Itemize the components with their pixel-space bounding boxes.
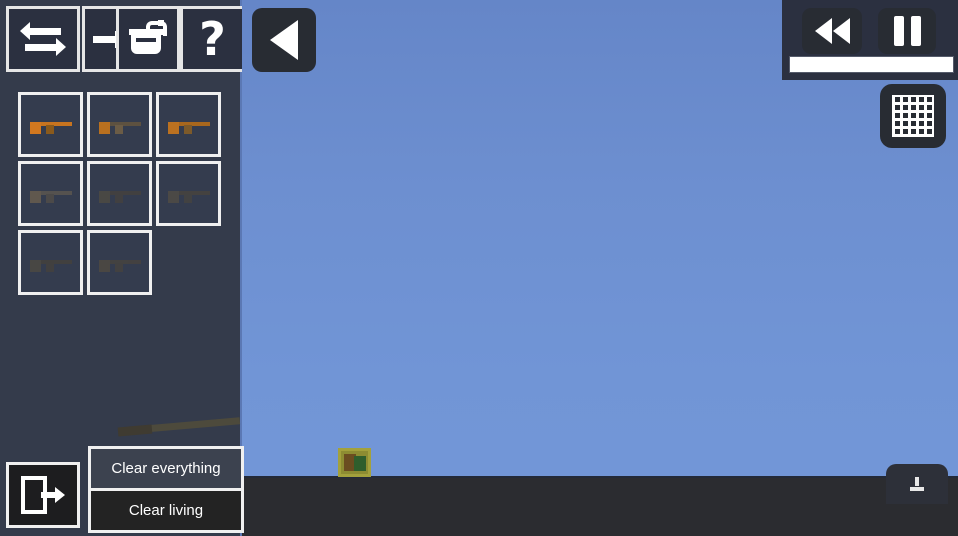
crate-prop[interactable] — [338, 448, 371, 477]
weapon-sprite-pistol — [28, 114, 74, 136]
clear-button-group: Clear everything Clear living — [88, 446, 244, 533]
weapon-sprite-rifle — [28, 183, 74, 205]
held-weapon-preview — [110, 414, 250, 440]
weapon-slot-shotgun[interactable] — [156, 92, 221, 157]
weapon-slot-pistol[interactable] — [18, 92, 83, 157]
pause-icon-bar-left — [893, 16, 904, 46]
help-button[interactable]: ? — [180, 6, 242, 72]
timeline-slider[interactable] — [789, 56, 954, 73]
game-screen: ? Clear everything Clear living — [0, 0, 958, 536]
download-button[interactable] — [886, 464, 948, 504]
toggle-grid-button[interactable] — [880, 84, 946, 148]
crate-detail-right — [354, 456, 366, 471]
question-mark-icon: ? — [199, 12, 226, 66]
exit-door-icon — [21, 476, 65, 514]
swap-weapons-button[interactable] — [6, 6, 80, 72]
collapse-panel-button[interactable] — [252, 8, 316, 72]
weapon-sprite-submachine-gun — [97, 114, 143, 136]
triangle-left-icon — [270, 20, 298, 60]
weapon-sprite-assault-rifle — [97, 183, 143, 205]
weapon-sprite-shotgun — [166, 114, 212, 136]
rewind-icon — [814, 18, 832, 44]
sidebar-toolbar: ? — [0, 0, 242, 78]
weapon-grid — [18, 92, 232, 295]
download-icon — [910, 477, 924, 491]
paint-tool-button[interactable] — [116, 6, 180, 72]
pause-button[interactable] — [878, 8, 936, 54]
weapon-slot-machine-gun[interactable] — [156, 161, 221, 226]
weapon-sprite-machine-gun — [166, 183, 212, 205]
weapon-slot-submachine-gun[interactable] — [87, 92, 152, 157]
clear-everything-button[interactable]: Clear everything — [91, 449, 241, 488]
paint-bucket-icon — [128, 19, 168, 59]
weapon-slot-sniper-rifle[interactable] — [18, 230, 83, 295]
weapon-sprite-rocket-launcher — [97, 252, 143, 274]
exit-button[interactable] — [6, 462, 80, 528]
weapon-slot-rocket-launcher[interactable] — [87, 230, 152, 295]
weapon-sidebar: ? Clear everything Clear living — [0, 0, 244, 536]
timeline-fill — [790, 57, 953, 72]
rewind-icon-second — [832, 18, 850, 44]
weapon-sprite-sniper-rifle — [28, 252, 74, 274]
clear-living-button[interactable]: Clear living — [91, 491, 241, 530]
rewind-button[interactable] — [802, 8, 862, 54]
weapon-slot-rifle[interactable] — [18, 161, 83, 226]
swap-arrows-icon — [20, 19, 66, 59]
pause-icon-bar-right — [910, 16, 921, 46]
grid-icon — [892, 95, 934, 137]
weapon-slot-assault-rifle[interactable] — [87, 161, 152, 226]
